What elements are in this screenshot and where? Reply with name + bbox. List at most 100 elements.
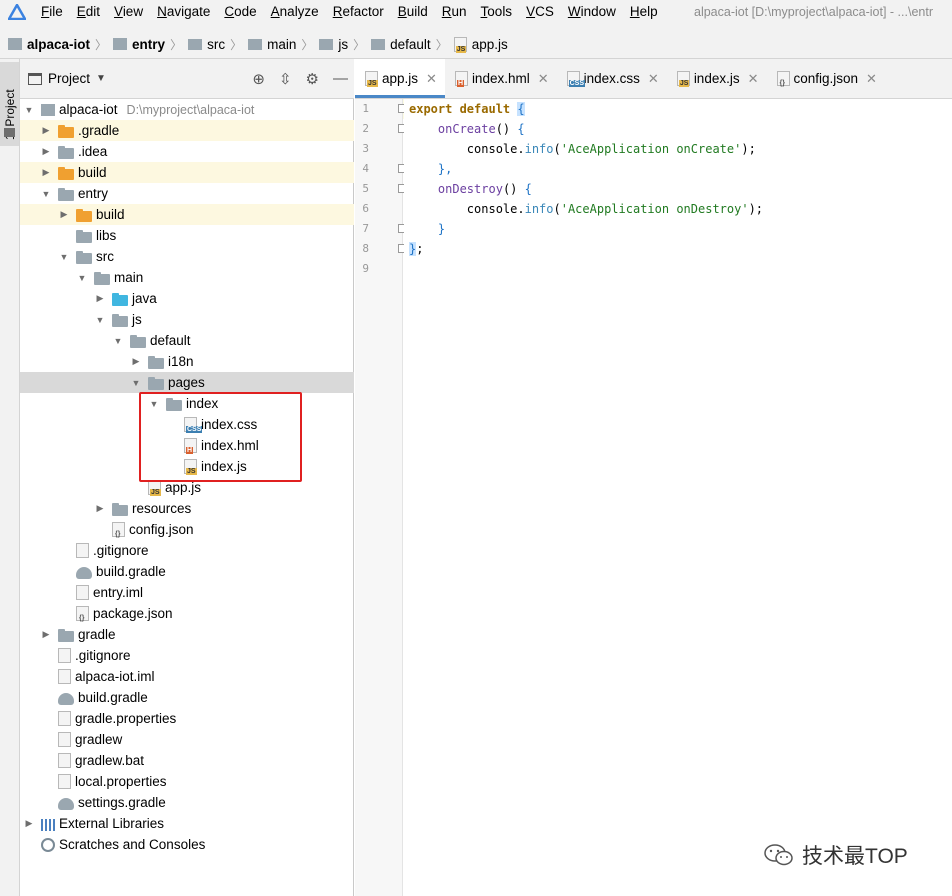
- tree-item-entry-build[interactable]: ▶ build: [20, 204, 354, 225]
- menu-run[interactable]: Run: [435, 0, 474, 24]
- chevron-down-icon[interactable]: ▼: [40, 188, 52, 200]
- close-icon[interactable]: ✕: [866, 71, 877, 87]
- tab-index-hml[interactable]: H index.hml ✕: [445, 59, 557, 98]
- chevron-right-icon[interactable]: ▶: [130, 356, 142, 368]
- project-tool-tab[interactable]: 1: Project: [0, 62, 19, 146]
- tree-item-config-json[interactable]: {} config.json: [20, 519, 354, 540]
- tree-item-resources[interactable]: ▶ resources: [20, 498, 354, 519]
- tree-item-package-json[interactable]: {} package.json: [20, 603, 354, 624]
- close-icon[interactable]: ✕: [648, 71, 659, 87]
- chevron-down-icon[interactable]: ▼: [112, 335, 124, 347]
- tab-app-js[interactable]: JS app.js ✕: [355, 59, 445, 98]
- iml-file-icon: [58, 669, 71, 684]
- menu-edit[interactable]: Edit: [70, 0, 107, 24]
- breadcrumb-default[interactable]: default: [371, 37, 431, 52]
- tree-item-alpaca-iot[interactable]: ▼ alpaca-iot D:\myproject\alpaca-iot: [20, 99, 354, 120]
- breadcrumb-entry[interactable]: entry: [113, 37, 165, 52]
- menu-build[interactable]: Build: [391, 0, 435, 24]
- tab-index-css[interactable]: CSS index.css ✕: [557, 59, 667, 98]
- tree-item-gradle-properties[interactable]: gradle.properties: [20, 708, 354, 729]
- chevron-right-icon[interactable]: ▶: [94, 293, 106, 305]
- code-line: onCreate() {: [437, 122, 525, 136]
- watermark-text: 技术最TOP: [802, 845, 908, 868]
- menu-navigate[interactable]: Navigate: [150, 0, 217, 24]
- chevron-right-icon[interactable]: ▶: [58, 209, 70, 221]
- tree-item-gitignore[interactable]: .gitignore: [20, 645, 354, 666]
- tree-item-src[interactable]: ▼ src: [20, 246, 354, 267]
- project-path: D:\myproject\alpaca-iot: [126, 102, 255, 117]
- tree-item-build[interactable]: ▶ build: [20, 162, 354, 183]
- close-icon[interactable]: ✕: [426, 71, 437, 87]
- menu-vcs[interactable]: VCS: [519, 0, 561, 24]
- code-line: export default {: [409, 102, 525, 116]
- line-number: 2: [362, 122, 369, 135]
- code-line: console.info('AceApplication onCreate');: [466, 142, 756, 156]
- tree-item-external-libraries[interactable]: ▶ External Libraries: [20, 813, 354, 834]
- chevron-right-icon[interactable]: ▶: [40, 167, 52, 179]
- chevron-down-icon[interactable]: ▼: [58, 251, 70, 263]
- tree-item-main[interactable]: ▼ main: [20, 267, 354, 288]
- chevron-right-icon[interactable]: ▶: [40, 629, 52, 641]
- tree-item-build-gradle[interactable]: build.gradle: [20, 687, 354, 708]
- menu-file[interactable]: File: [34, 0, 70, 24]
- gradle-icon: [58, 797, 74, 810]
- menu-analyze[interactable]: Analyze: [264, 0, 326, 24]
- chevron-down-icon[interactable]: ▼: [76, 272, 88, 284]
- tree-item-pages[interactable]: ▼ pages: [20, 372, 354, 393]
- menu-help[interactable]: Help: [623, 0, 665, 24]
- chevron-right-icon[interactable]: ▶: [40, 146, 52, 158]
- tree-item-gradlew[interactable]: gradlew: [20, 729, 354, 750]
- chevron-down-icon[interactable]: ▼: [130, 377, 142, 389]
- menu-bar: File Edit View Navigate Code Analyze Ref…: [0, 0, 952, 24]
- menu-window[interactable]: Window: [561, 0, 623, 24]
- tree-item-gradle[interactable]: ▶ gradle: [20, 624, 354, 645]
- chevron-down-icon[interactable]: ▼: [94, 314, 106, 326]
- chevron-right-icon[interactable]: ▶: [94, 503, 106, 515]
- tab-config-json[interactable]: {} config.json ✕: [767, 59, 885, 98]
- tree-item-settings-gradle[interactable]: settings.gradle: [20, 792, 354, 813]
- tree-item-entry-gitignore[interactable]: .gitignore: [20, 540, 354, 561]
- breadcrumb-appjs[interactable]: JS app.js: [453, 36, 508, 53]
- close-icon[interactable]: ✕: [748, 71, 759, 87]
- tree-item-local-properties[interactable]: local.properties: [20, 771, 354, 792]
- tree-item-default[interactable]: ▼ default: [20, 330, 354, 351]
- tree-item-idea[interactable]: ▶ .idea: [20, 141, 354, 162]
- menu-tools[interactable]: Tools: [474, 0, 520, 24]
- close-icon[interactable]: ✕: [538, 71, 549, 87]
- css-file-icon: CSS: [566, 71, 586, 87]
- breadcrumb-main[interactable]: main: [248, 37, 296, 52]
- menu-view[interactable]: View: [107, 0, 150, 24]
- chevron-right-icon[interactable]: ▶: [40, 125, 52, 137]
- tree-item-entry-build-gradle[interactable]: build.gradle: [20, 561, 354, 582]
- tree-item-gradle-dir[interactable]: ▶ .gradle: [20, 120, 354, 141]
- tree-item-alpaca-iot-iml[interactable]: alpaca-iot.iml: [20, 666, 354, 687]
- tree-item-gradlew-bat[interactable]: gradlew.bat: [20, 750, 354, 771]
- tree-item-js[interactable]: ▼ js: [20, 309, 354, 330]
- chevron-down-icon[interactable]: ▼: [96, 73, 106, 84]
- tab-index-js[interactable]: JS index.js ✕: [667, 59, 767, 98]
- breadcrumb-js[interactable]: js: [319, 37, 348, 52]
- menu-refactor[interactable]: Refactor: [326, 0, 391, 24]
- project-view-title[interactable]: Project: [48, 71, 90, 86]
- tree-item-libs[interactable]: libs: [20, 225, 354, 246]
- menu-code[interactable]: Code: [217, 0, 263, 24]
- chevron-down-icon[interactable]: ▼: [23, 104, 35, 116]
- tree-item-java[interactable]: ▶ java: [20, 288, 354, 309]
- tree-item-i18n[interactable]: ▶ i18n: [20, 351, 354, 372]
- json-file-icon: {}: [112, 522, 125, 538]
- breadcrumb-src[interactable]: src: [188, 37, 225, 52]
- watermark: 技术最TOP: [764, 840, 908, 870]
- chevron-right-icon[interactable]: ▶: [23, 818, 35, 830]
- code-editor[interactable]: export default { onCreate() { console.in…: [404, 99, 952, 896]
- locate-icon[interactable]: ⊕: [252, 70, 265, 88]
- breadcrumb-project[interactable]: alpaca-iot: [8, 37, 90, 52]
- source-folder-icon: [112, 292, 128, 306]
- collapse-all-icon[interactable]: ⇳: [279, 70, 292, 88]
- tree-item-scratches[interactable]: Scratches and Consoles: [20, 834, 354, 855]
- gear-icon[interactable]: ⚙: [306, 70, 319, 88]
- minimize-icon[interactable]: —: [333, 70, 348, 88]
- library-icon: [41, 818, 55, 831]
- tree-item-entry-iml[interactable]: entry.iml: [20, 582, 354, 603]
- tree-item-entry[interactable]: ▼ entry: [20, 183, 354, 204]
- line-number: 1: [362, 102, 369, 115]
